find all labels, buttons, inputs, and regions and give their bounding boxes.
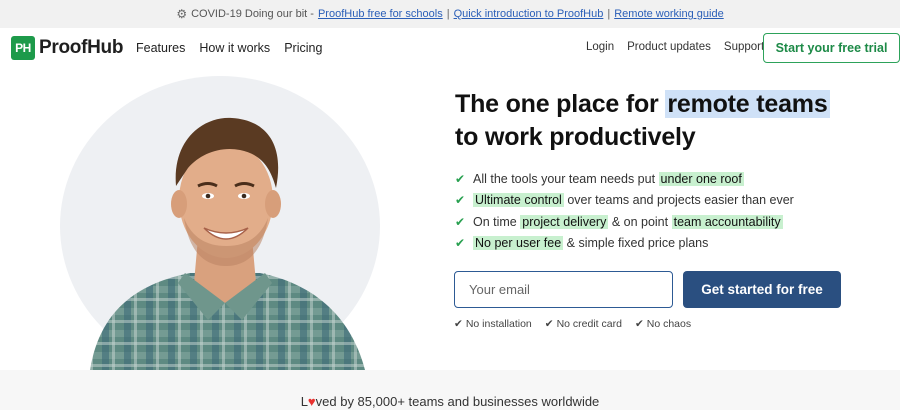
nav-pricing[interactable]: Pricing [284,41,322,55]
feature-highlight: No per user fee [473,236,564,251]
link-free-for-schools[interactable]: ProofHub free for schools [318,8,443,20]
logo[interactable]: PH ProofHub [11,36,123,60]
check-icon: ✔ [455,236,466,251]
nav-product-updates[interactable]: Product updates [627,41,711,53]
separator: | [607,8,611,20]
announcement-text: COVID-19 Doing our bit - [191,8,314,20]
headline-part-1: The one place for [455,90,659,118]
note-text: No chaos [646,318,692,330]
headline-part-2: to work productively [455,123,696,151]
feature-item: ✔ All the tools your team needs put unde… [455,168,794,190]
heart-icon: ♥ [307,394,316,409]
hero-person-image [90,117,365,370]
note-text: No credit card [556,318,622,330]
headline-highlight: remote teams [665,90,830,118]
gear-icon: ⚙ [176,7,188,21]
checkmark-icon: ✔ [454,318,463,330]
feature-text-after: & simple fixed price plans [566,236,709,251]
nav-primary-links: Features How it works Pricing [136,41,322,55]
nav-how-it-works[interactable]: How it works [199,41,270,55]
feature-text-after: over teams and projects easier than ever [567,193,794,208]
logo-text: ProofHub [39,37,124,58]
start-free-trial-button[interactable]: Start your free trial [763,33,900,63]
feature-highlight: Ultimate control [473,193,564,208]
feature-text-before: On time [473,214,517,229]
email-input[interactable] [454,271,673,308]
feature-list: ✔ All the tools your team needs put unde… [455,168,794,254]
check-icon: ✔ [455,193,466,208]
feature-text: No per user fee & simple fixed price pla… [473,236,709,251]
feature-text: All the tools your team needs put under … [473,171,744,186]
nav-login[interactable]: Login [586,41,614,53]
signup-notes: ✔ No installation ✔ No credit card ✔ No … [454,318,691,330]
checkmark-icon: ✔ [634,318,644,330]
main-navigation: PH ProofHub Features How it works Pricin… [0,28,900,68]
feature-item: ✔ Ultimate control over teams and projec… [455,190,794,212]
note-item: ✔ No chaos [635,318,691,330]
link-quick-introduction[interactable]: Quick introduction to ProofHub [454,8,604,20]
feature-item: ✔ On time project delivery & on point te… [455,211,794,233]
link-remote-working-guide[interactable]: Remote working guide [614,8,723,20]
note-text: No installation [465,318,532,330]
feature-item: ✔ No per user fee & simple fixed price p… [455,233,794,255]
hero-headline: The one place for remote teams to work p… [455,88,895,154]
note-item: ✔ No installation [454,318,532,330]
feature-text: Ultimate control over teams and projects… [473,193,794,208]
announcement-bar: ⚙ COVID-19 Doing our bit - ProofHub free… [0,0,900,28]
check-icon: ✔ [455,171,466,186]
check-icon: ✔ [455,214,466,229]
feature-highlight: project delivery [520,214,609,229]
nav-secondary-links: Login Product updates Support [586,41,764,53]
nav-features[interactable]: Features [136,41,185,55]
feature-text-after: & on point [611,214,669,229]
feature-highlight: team accountability [671,214,783,229]
feature-highlight: under one roof [658,171,744,186]
feature-text-before: All the tools your team needs put [473,171,656,186]
feature-text: On time project delivery & on point team… [473,214,783,229]
separator: | [446,8,450,20]
logo-mark-icon: PH [11,36,35,60]
banner-text-end: ved by 85,000+ teams and businesses worl… [315,394,600,409]
banner-text-start: L [300,394,308,409]
get-started-button[interactable]: Get started for free [683,271,841,308]
nav-support[interactable]: Support [724,41,764,53]
checkmark-icon: ✔ [544,318,554,330]
social-proof-banner: L ♥ ved by 85,000+ teams and businesses … [0,370,900,410]
note-item: ✔ No credit card [545,318,622,330]
